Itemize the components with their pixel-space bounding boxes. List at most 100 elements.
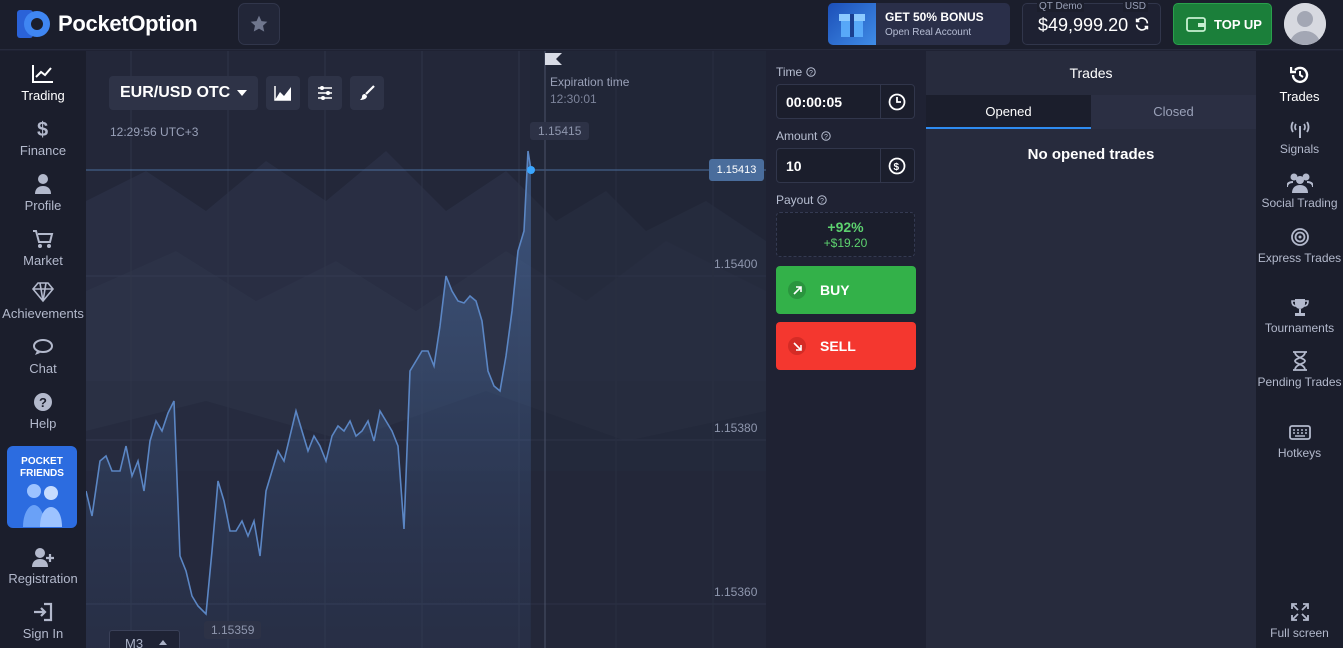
- timeframe-selector[interactable]: M3: [109, 630, 180, 648]
- amount-label-text: Amount: [776, 129, 818, 143]
- nav-item-label: Registration: [8, 571, 78, 586]
- rnav-item-signals[interactable]: Signals: [1256, 117, 1343, 157]
- payout-label-text: Payout: [776, 193, 814, 207]
- logo[interactable]: PocketOption: [16, 8, 198, 40]
- chart-area[interactable]: EUR/USD OTC 12:29:56 UTC+3 Expiration ti…: [86, 51, 766, 648]
- rnav-item-express-trades[interactable]: Express Trades: [1256, 226, 1343, 266]
- target-icon: [1290, 228, 1309, 246]
- nav-item-label: Market: [23, 253, 63, 268]
- dollar-icon: $: [37, 119, 48, 140]
- rnav-item-pending-trades[interactable]: Pending Trades: [1256, 350, 1343, 390]
- user-icon: [35, 174, 51, 194]
- empty-state-message: No opened trades: [1027, 146, 1155, 163]
- svg-text:?: ?: [809, 70, 813, 77]
- bonus-subtitle: Open Real Account: [885, 27, 972, 38]
- top-up-button[interactable]: TOP UP: [1173, 3, 1272, 45]
- arrow-up-right-icon: [788, 281, 806, 299]
- amount-input[interactable]: 10 $: [776, 148, 915, 183]
- bonus-banner[interactable]: GET 50% BONUS Open Real Account: [828, 3, 1010, 45]
- server-time: 12:29:56 UTC+3: [110, 125, 199, 139]
- rnav-item-hotkeys[interactable]: Hotkeys: [1256, 421, 1343, 461]
- right-sidebar: Trades Signals Social Trading Express Tr…: [1256, 51, 1343, 648]
- nav-item-registration[interactable]: Registration: [0, 546, 86, 586]
- caret-up-icon: [159, 640, 167, 645]
- signal-icon: [1290, 121, 1309, 138]
- history-icon: [1289, 66, 1308, 84]
- trophy-icon: [1290, 299, 1309, 316]
- trades-panel: Trades Opened Closed No opened trades: [926, 51, 1256, 648]
- balance-selector[interactable]: QT Demo USD $49,999.20: [1022, 1, 1161, 45]
- field-divider: [880, 85, 881, 118]
- sign-in-icon: [34, 602, 53, 622]
- nav-item-market[interactable]: Market: [0, 228, 86, 268]
- peak-price-label: 1.15415: [530, 122, 590, 140]
- rnav-item-trades[interactable]: Trades: [1256, 64, 1343, 104]
- chart-canvas: [86, 51, 766, 648]
- asset-selector[interactable]: EUR/USD OTC: [109, 76, 259, 110]
- add-user-icon: [32, 548, 54, 567]
- fullscreen-icon: [1290, 603, 1309, 621]
- tab-closed[interactable]: Closed: [1091, 95, 1256, 129]
- dollar-circle-icon[interactable]: $: [888, 157, 906, 175]
- rnav-item-label: Pending Trades: [1257, 375, 1342, 389]
- clock-icon[interactable]: [888, 93, 906, 111]
- rnav-item-full-screen[interactable]: Full screen: [1256, 601, 1343, 641]
- account-type-label: QT Demo: [1037, 1, 1085, 12]
- nav-item-finance[interactable]: $ Finance: [0, 118, 86, 158]
- current-price-dot: [527, 166, 535, 174]
- refresh-icon[interactable]: [1134, 16, 1150, 37]
- info-icon[interactable]: ?: [806, 67, 816, 77]
- buy-button[interactable]: BUY: [776, 266, 916, 314]
- diamond-icon: [31, 282, 55, 303]
- price-axis-label: 1.15360: [714, 585, 758, 599]
- left-sidebar: Trading $ Finance Profile Market Achieve…: [0, 51, 86, 648]
- time-input[interactable]: 00:00:05: [776, 84, 915, 119]
- avatar[interactable]: [1284, 3, 1326, 45]
- chart-type-button[interactable]: [266, 76, 301, 110]
- svg-text:?: ?: [824, 134, 828, 141]
- rnav-item-social-trading[interactable]: Social Trading: [1256, 171, 1343, 211]
- logo-text: PocketOption: [58, 11, 198, 36]
- rnav-item-label: Tournaments: [1264, 321, 1335, 335]
- drawing-tools-button[interactable]: [350, 76, 385, 110]
- rnav-item-label: Trades: [1279, 89, 1320, 104]
- info-icon[interactable]: ?: [817, 195, 828, 205]
- rnav-item-tournaments[interactable]: Tournaments: [1256, 296, 1343, 336]
- nav-item-label: Trading: [21, 88, 65, 103]
- pocket-friends-banner[interactable]: POCKET FRIENDS: [7, 446, 77, 528]
- nav-item-profile[interactable]: Profile: [0, 173, 86, 213]
- nav-item-label: Sign In: [22, 626, 64, 641]
- friends-illustration-icon: [23, 484, 62, 527]
- nav-item-label: Help: [29, 416, 57, 431]
- bonus-title: GET 50% BONUS: [885, 10, 984, 24]
- nav-item-help[interactable]: ? Help: [0, 391, 86, 431]
- chart-toolbar: EUR/USD OTC: [109, 76, 385, 110]
- rnav-item-label: Social Trading: [1261, 196, 1338, 210]
- svg-text:$: $: [37, 119, 48, 140]
- trades-title: Trades: [1069, 65, 1113, 81]
- hourglass-icon: [1292, 351, 1307, 371]
- trades-tabs: Opened Closed: [926, 95, 1256, 129]
- bonus-gift-icon: [828, 3, 876, 45]
- area-chart-icon: [274, 86, 292, 101]
- nav-item-chat[interactable]: Chat: [0, 336, 86, 376]
- amount-field-label: Amount ?: [776, 129, 832, 143]
- sell-button[interactable]: SELL: [776, 322, 916, 370]
- nav-item-label: Finance: [19, 143, 67, 158]
- user-avatar-icon: [1284, 3, 1326, 45]
- nav-item-sign-in[interactable]: Sign In: [0, 601, 86, 641]
- nav-item-trading[interactable]: Trading: [0, 63, 86, 103]
- price-axis-label: 1.15400: [714, 257, 758, 271]
- amount-value: 10: [786, 158, 802, 174]
- expiration-label: Expiration time: [550, 75, 630, 89]
- tab-opened[interactable]: Opened: [926, 95, 1091, 129]
- field-divider: [880, 149, 881, 182]
- favorites-button[interactable]: [238, 3, 280, 45]
- nav-item-achievements[interactable]: Achievements: [0, 281, 86, 321]
- pocket-friends-title: POCKET FRIENDS: [20, 456, 64, 479]
- payout-amount: +$19.20: [823, 236, 868, 250]
- info-icon[interactable]: ?: [821, 131, 832, 141]
- rnav-item-label: Full screen: [1270, 626, 1329, 640]
- svg-text:?: ?: [820, 198, 824, 205]
- indicators-button[interactable]: [308, 76, 343, 110]
